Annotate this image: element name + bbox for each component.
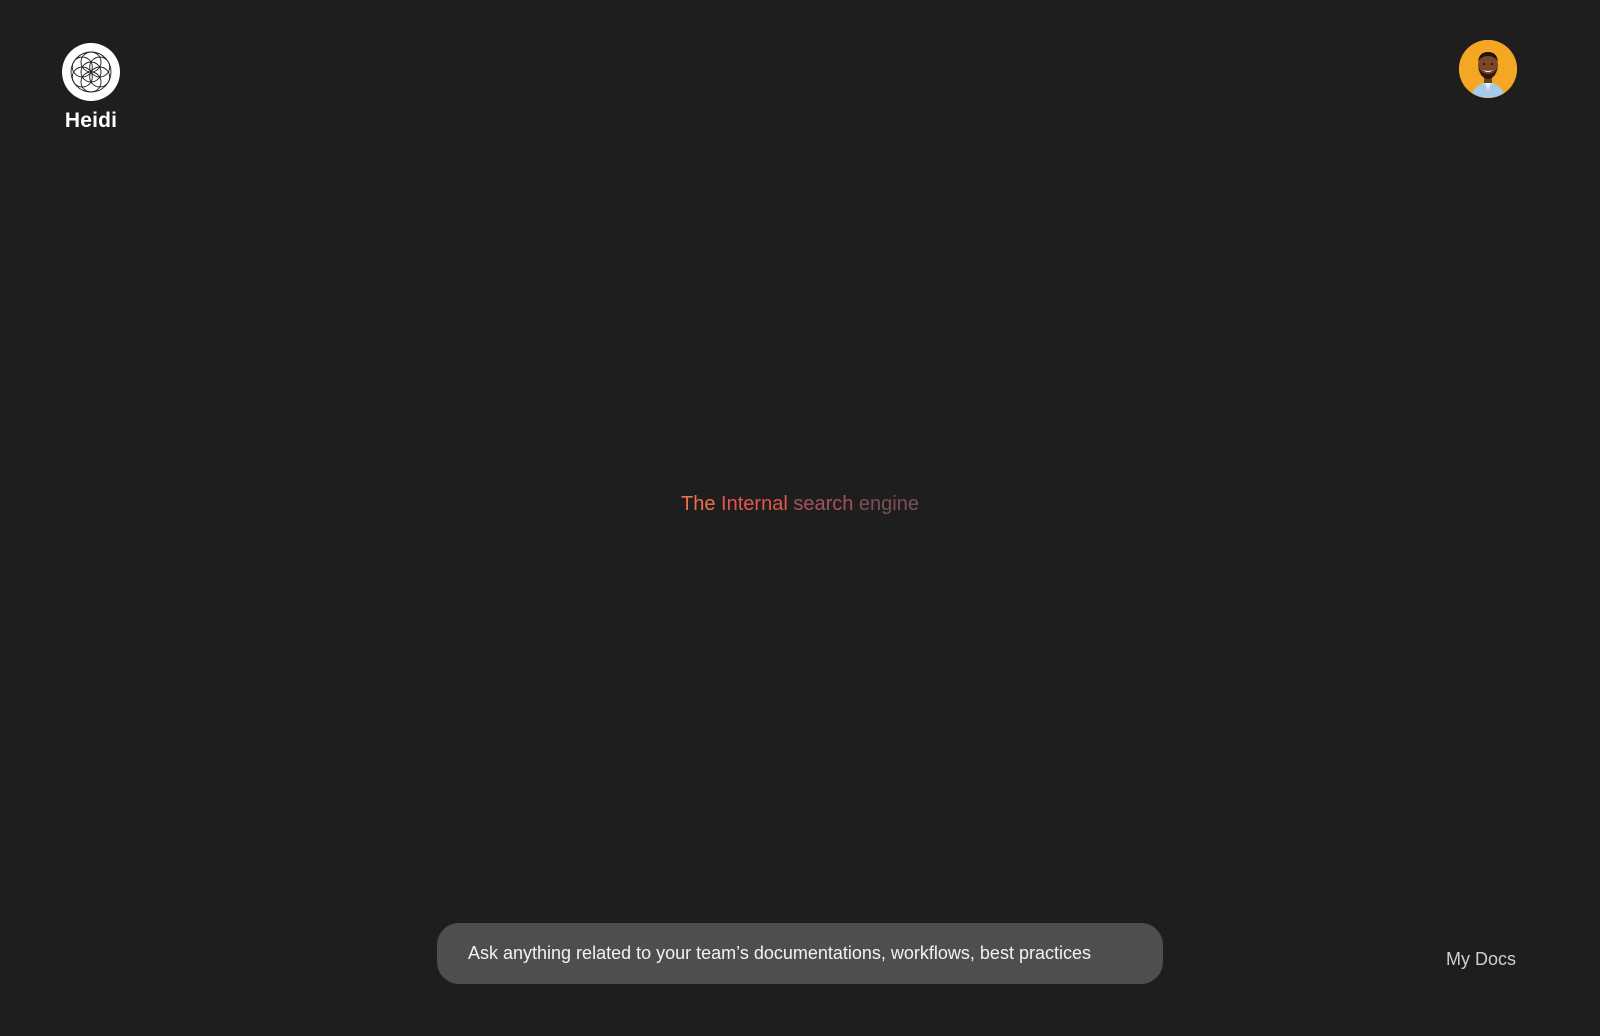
brand[interactable]: Heidi — [62, 43, 120, 133]
tagline: The Internal search engine — [0, 493, 1600, 516]
brand-name: Heidi — [64, 109, 118, 132]
app-page: Heidi The Internal search engine Ask any… — [0, 0, 1600, 1036]
search-input[interactable] — [468, 943, 1163, 964]
flower-of-life-icon[interactable] — [62, 43, 120, 101]
my-docs-link[interactable]: My Docs — [1446, 949, 1516, 970]
tagline-word-2: Internal — [721, 493, 788, 515]
user-avatar[interactable] — [1459, 40, 1517, 98]
tagline-word-3: search — [793, 493, 854, 515]
tagline-word-4: engine — [858, 493, 919, 515]
search-bar[interactable] — [437, 923, 1163, 984]
tagline-word-1: The — [681, 493, 716, 515]
